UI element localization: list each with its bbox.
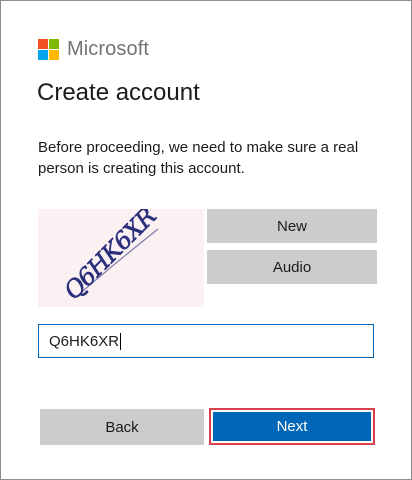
next-button[interactable]: Next [209,408,375,445]
page-description: Before proceeding, we need to make sure … [38,139,359,177]
microsoft-logo-icon [38,39,59,60]
brand-name: Microsoft [67,38,150,60]
captcha-text: Q6HK6XR [58,209,161,305]
brand-header: Microsoft [38,38,149,61]
next-button-label: Next [213,412,371,441]
new-captcha-button[interactable]: New [207,209,377,243]
captcha-input[interactable]: Q6HK6XR [38,324,374,358]
captcha-input-value: Q6HK6XR [49,332,120,350]
audio-captcha-button[interactable]: Audio [207,250,377,284]
text-cursor [120,332,122,350]
page-title: Create account [37,79,200,106]
back-button[interactable]: Back [40,409,204,445]
create-account-dialog: Microsoft Create account Before proceedi… [0,0,412,480]
captcha-image: Q6HK6XR [38,209,204,307]
